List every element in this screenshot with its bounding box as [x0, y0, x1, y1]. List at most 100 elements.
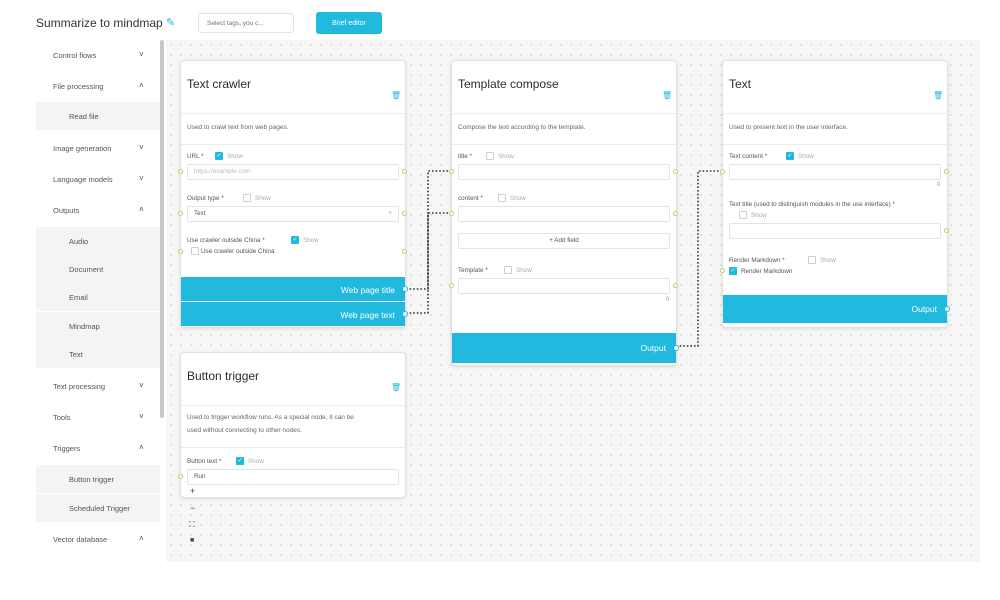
node-button-trigger[interactable]: Button trigger 🗑 Used to trigger workflo…: [178, 352, 406, 498]
sidebar-category-control-flows[interactable]: Control flows ˅: [36, 40, 160, 70]
url-show-checkbox[interactable]: ✓: [215, 152, 223, 160]
trash-icon[interactable]: 🗑: [391, 91, 401, 100]
text-title-output-port[interactable]: [944, 228, 949, 233]
button-text-input[interactable]: Run: [187, 469, 399, 485]
node-text-output[interactable]: Text 🗑 Used to present text in the user …: [720, 60, 950, 328]
output-type-label: Output type *: [187, 195, 224, 202]
template-textarea[interactable]: [458, 278, 670, 294]
add-field-button[interactable]: + Add field: [458, 233, 670, 249]
sidebar-category-tools[interactable]: Tools ˅: [36, 402, 160, 432]
crawler-china-checkbox[interactable]: [191, 247, 199, 255]
sidebar-category-vector-database[interactable]: Vector database ˄: [36, 524, 160, 554]
content-input-port[interactable]: [449, 211, 454, 216]
sidebar-category-image-generation[interactable]: Image generation ˅: [36, 133, 160, 163]
sidebar-item-mindmap[interactable]: Mindmap: [36, 312, 160, 340]
crawler-china-input-port[interactable]: [178, 249, 183, 254]
brief-editor-button[interactable]: Brief editor: [316, 12, 382, 34]
url-output-port[interactable]: [402, 169, 407, 174]
divider: [723, 113, 947, 114]
output-web-page-text[interactable]: Web page text: [181, 302, 405, 326]
sidebar-item-label: Outputs: [53, 206, 80, 215]
template-input-port[interactable]: [449, 283, 454, 288]
title-input-port[interactable]: [449, 169, 454, 174]
lock-icon[interactable]: ■: [190, 537, 194, 544]
sidebar-item-label: Image generation: [53, 144, 112, 153]
chevron-up-icon: ˄: [139, 443, 144, 452]
text-content-output-port[interactable]: [944, 169, 949, 174]
node-template-compose[interactable]: Template compose 🗑 Compose the text acco…: [449, 60, 679, 366]
sidebar-item-read-file[interactable]: Read file: [36, 102, 160, 130]
template-char-count: 0: [666, 297, 670, 303]
content-output-port[interactable]: [673, 211, 678, 216]
crawler-china-checkbox-label: Use crawler outside China: [201, 248, 275, 255]
output-type-input-port[interactable]: [178, 211, 183, 216]
sidebar-category-text-processing[interactable]: Text processing ˅: [36, 371, 160, 401]
content-input[interactable]: [458, 206, 670, 222]
show-label: Show: [248, 458, 264, 465]
sidebar-item-document[interactable]: Document: [36, 255, 160, 283]
show-label: Show: [751, 212, 767, 219]
node-library-sidebar: Control flows ˅ File processing ˄ Read f…: [36, 40, 162, 560]
text-title-input[interactable]: [729, 223, 941, 239]
text-output-port[interactable]: [944, 306, 950, 312]
output-type-show-checkbox[interactable]: [243, 194, 251, 202]
template-show-checkbox[interactable]: [504, 266, 512, 274]
sidebar-category-file-processing[interactable]: File processing ˄: [36, 71, 160, 101]
output-web-page-title[interactable]: Web page title: [181, 277, 405, 301]
url-input[interactable]: https://example.com: [187, 164, 399, 180]
title-input[interactable]: [458, 164, 670, 180]
crawler-china-output-port[interactable]: [402, 249, 407, 254]
web-page-title-port[interactable]: [402, 286, 408, 292]
show-label: Show: [510, 195, 526, 202]
content-show-checkbox[interactable]: [498, 194, 506, 202]
output-type-value: Text: [194, 210, 206, 217]
fit-view-icon[interactable]: ⛶: [189, 520, 195, 530]
pencil-icon[interactable]: ✎: [166, 16, 178, 29]
sidebar-item-email[interactable]: Email: [36, 283, 160, 311]
show-label: Show: [255, 195, 271, 202]
sidebar-category-triggers[interactable]: Triggers ˄: [36, 433, 160, 463]
divider: [181, 447, 405, 448]
sidebar-category-outputs[interactable]: Outputs ˄: [36, 195, 160, 225]
sidebar-item-scheduled-trigger[interactable]: Scheduled Trigger: [36, 494, 160, 522]
sidebar-item-audio[interactable]: Audio: [36, 227, 160, 255]
show-label: Show: [498, 153, 514, 160]
sidebar-item-text[interactable]: Text: [36, 340, 160, 368]
trash-icon[interactable]: 🗑: [933, 91, 943, 100]
web-page-text-port[interactable]: [402, 311, 408, 317]
trash-icon[interactable]: 🗑: [662, 91, 672, 100]
template-output-port-main[interactable]: [673, 345, 679, 351]
sidebar-category-language-models[interactable]: Language models ˅: [36, 164, 160, 194]
node-text-crawler[interactable]: Text crawler 🗑 Used to crawl text from w…: [178, 60, 408, 328]
chevron-up-icon: ˄: [139, 534, 144, 543]
trash-icon[interactable]: 🗑: [391, 383, 401, 392]
chevron-down-icon: ˅: [139, 174, 144, 183]
render-markdown-show-checkbox[interactable]: [808, 256, 816, 264]
button-text-show-checkbox[interactable]: ✓: [236, 457, 244, 465]
zoom-in-icon[interactable]: +: [190, 486, 195, 496]
text-content-input-port[interactable]: [720, 169, 725, 174]
output-template-compose[interactable]: Output: [452, 333, 676, 363]
crawler-china-show-checkbox[interactable]: ✓: [291, 236, 299, 244]
url-input-port[interactable]: [178, 169, 183, 174]
template-output-port[interactable]: [673, 283, 678, 288]
text-title-label: Text title (used to distinguish modules …: [729, 201, 895, 208]
text-title-show-checkbox[interactable]: [739, 211, 747, 219]
title-show-checkbox[interactable]: [486, 152, 494, 160]
render-markdown-checkbox[interactable]: ✓: [729, 267, 737, 275]
button-text-input-port[interactable]: [178, 474, 183, 479]
title-output-port[interactable]: [673, 169, 678, 174]
sidebar-item-button-trigger[interactable]: Button trigger: [36, 465, 160, 493]
zoom-out-icon[interactable]: −: [190, 503, 195, 513]
workflow-title: Summarize to mindmap: [36, 16, 163, 30]
output-text[interactable]: Output: [723, 295, 947, 323]
tags-select-input[interactable]: [198, 13, 294, 33]
sidebar-scrollbar[interactable]: [160, 40, 164, 418]
output-type-select[interactable]: Text ˅: [187, 206, 399, 222]
output-type-output-port[interactable]: [402, 211, 407, 216]
text-content-show-checkbox[interactable]: ✓: [786, 152, 794, 160]
text-content-input[interactable]: [729, 164, 941, 180]
workflow-canvas[interactable]: Text crawler 🗑 Used to crawl text from w…: [166, 40, 980, 562]
render-markdown-input-port[interactable]: [720, 268, 725, 273]
sidebar-item-label: Email: [69, 293, 88, 302]
